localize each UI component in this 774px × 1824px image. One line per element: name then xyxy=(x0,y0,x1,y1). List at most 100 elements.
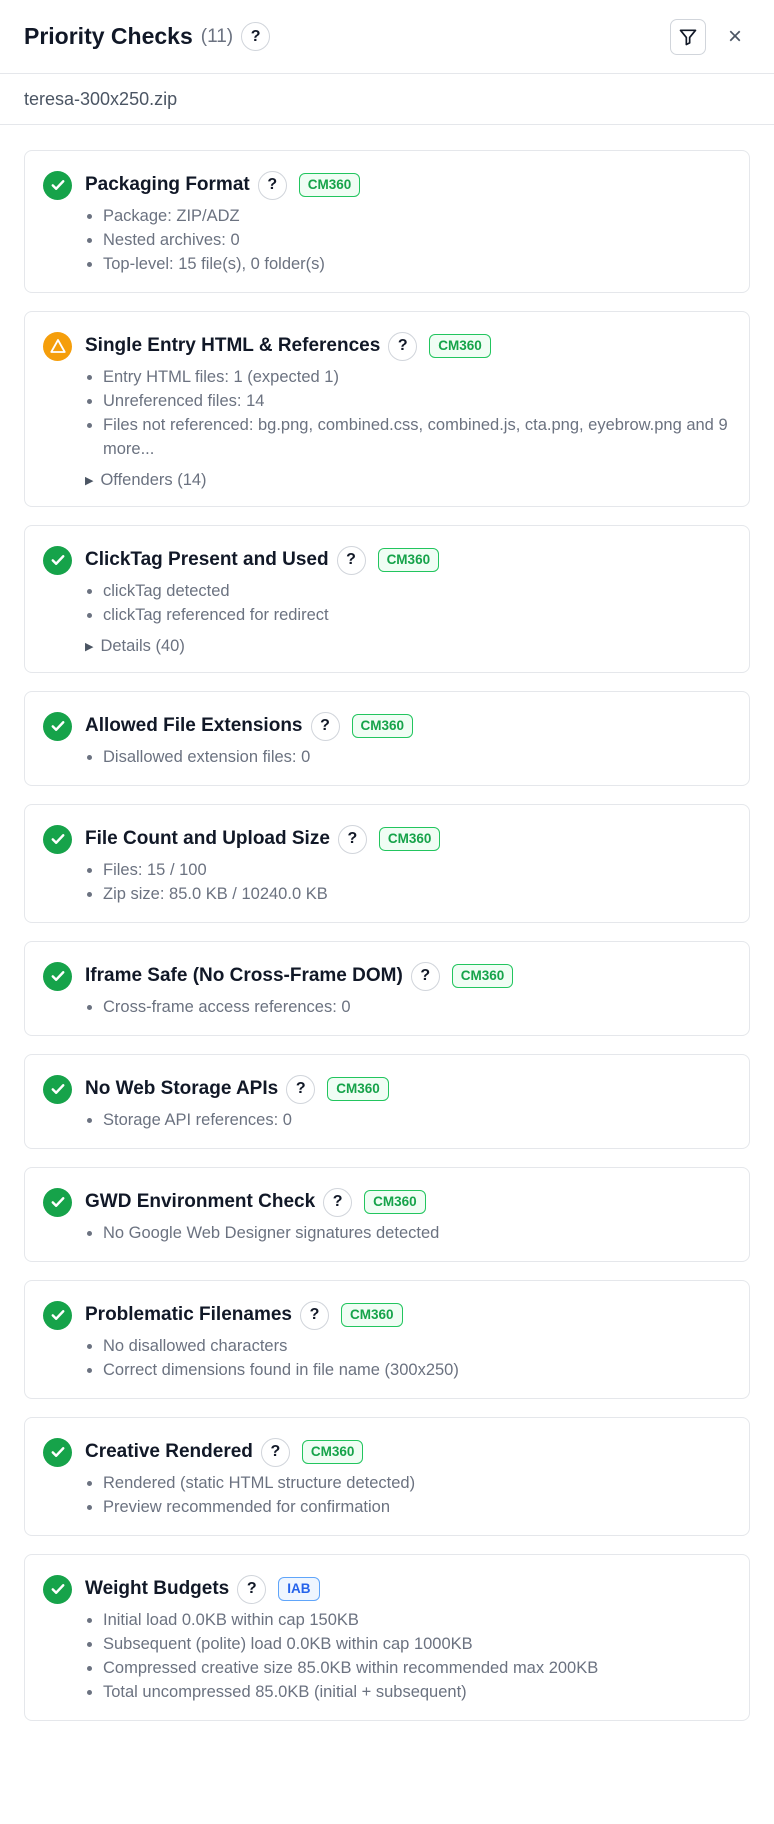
check-card: Weight Budgets? IAB Initial load 0.0KB wit… xyxy=(24,1554,750,1721)
check-details: Cross-frame access references: 0 xyxy=(43,995,731,1019)
filename-bar: teresa-300x250.zip xyxy=(0,74,774,125)
help-icon[interactable]: ? xyxy=(410,961,440,991)
check-icon xyxy=(51,1447,64,1457)
check-card: GWD Environment Check? CM360 No Google Web… xyxy=(24,1167,750,1262)
check-title: File Count and Upload Size xyxy=(85,828,330,849)
check-card: Allowed File Extensions? CM360 Disallowed … xyxy=(24,691,750,786)
details-expander[interactable]: ▶ Details (40) xyxy=(43,637,731,656)
status-pass xyxy=(43,170,72,200)
check-header: Problematic Filenames? CM360 xyxy=(43,1298,731,1332)
check-details: No disallowed characters Correct dimensio… xyxy=(43,1334,731,1382)
help-icon[interactable]: ? xyxy=(286,1074,316,1104)
detail-line: Correct dimensions found in file name (3… xyxy=(85,1358,731,1382)
help-icon[interactable]: ? xyxy=(388,331,418,361)
detail-line: Preview recommended for confirmation xyxy=(85,1495,731,1519)
help-icon[interactable]: ? xyxy=(310,711,340,741)
check-icon xyxy=(51,555,64,565)
help-icon[interactable]: ? xyxy=(241,22,271,51)
help-icon[interactable]: ? xyxy=(257,170,287,200)
status-pass xyxy=(43,545,72,575)
check-card: Creative Rendered? CM360 Rendered (static … xyxy=(24,1417,750,1536)
caret-right-icon: ▶ xyxy=(85,641,94,653)
status-pass xyxy=(43,961,72,991)
check-icon xyxy=(51,180,64,190)
check-details: Entry HTML files: 1 (expected 1) Unrefere… xyxy=(43,365,731,461)
check-details: clickTag detected clickTag referenced for… xyxy=(43,579,731,627)
check-icon xyxy=(51,971,64,981)
source-badge: CM360 xyxy=(377,548,440,572)
help-icon[interactable]: ? xyxy=(323,1187,353,1217)
detail-line: Package: ZIP/ADZ xyxy=(85,204,731,228)
check-title: Allowed File Extensions xyxy=(85,715,303,736)
check-icon xyxy=(51,1197,64,1207)
check-icon xyxy=(51,1584,64,1594)
check-card: Iframe Safe (No Cross-Frame DOM)? CM360 Cr… xyxy=(24,941,750,1036)
source-badge: CM360 xyxy=(378,827,441,851)
source-badge: CM360 xyxy=(429,334,491,358)
detail-line: Unreferenced files: 14 xyxy=(85,389,731,413)
detail-line: Subsequent (polite) load 0.0KB within ca… xyxy=(85,1632,731,1656)
source-badge: CM360 xyxy=(364,1190,426,1214)
detail-line: Zip size: 85.0 KB / 10240.0 KB xyxy=(85,882,731,906)
source-badge: CM360 xyxy=(451,964,514,988)
check-title: Single Entry HTML & References xyxy=(85,335,381,356)
check-title: Packaging Format xyxy=(85,174,250,195)
check-details: Storage API references: 0 xyxy=(43,1108,731,1132)
check-header: File Count and Upload Size? CM360 xyxy=(43,822,731,856)
check-header: Creative Rendered? CM360 xyxy=(43,1435,731,1469)
check-header: Weight Budgets? IAB xyxy=(43,1572,731,1606)
check-details: Disallowed extension files: 0 xyxy=(43,745,731,769)
check-header: No Web Storage APIs? CM360 xyxy=(43,1072,731,1106)
check-details: Package: ZIP/ADZ Nested archives: 0 Top-le… xyxy=(43,204,731,276)
warning-icon xyxy=(49,339,66,353)
source-badge: CM360 xyxy=(340,1303,403,1327)
help-icon[interactable]: ? xyxy=(299,1300,329,1330)
detail-line: Entry HTML files: 1 (expected 1) xyxy=(85,365,731,389)
status-warning xyxy=(43,331,72,361)
details-expander[interactable]: ▶ Offenders (14) xyxy=(43,471,731,490)
check-card: No Web Storage APIs? CM360 Storage API ref… xyxy=(24,1054,750,1149)
source-badge: CM360 xyxy=(351,714,414,738)
caret-right-icon: ▶ xyxy=(85,475,94,487)
detail-line: Storage API references: 0 xyxy=(85,1108,731,1132)
help-icon[interactable]: ? xyxy=(337,824,367,854)
detail-line: Nested archives: 0 xyxy=(85,228,731,252)
help-icon[interactable]: ? xyxy=(237,1574,267,1604)
check-title: Iframe Safe (No Cross-Frame DOM) xyxy=(85,965,403,986)
detail-line: Disallowed extension files: 0 xyxy=(85,745,731,769)
filename: teresa-300x250.zip xyxy=(24,88,178,109)
check-icon xyxy=(51,721,64,731)
check-title: Creative Rendered xyxy=(85,1441,253,1462)
check-header: ClickTag Present and Used? CM360 xyxy=(43,543,731,577)
detail-line: Rendered (static HTML structure detected… xyxy=(85,1471,731,1495)
check-details: Files: 15 / 100 Zip size: 85.0 KB / 10240… xyxy=(43,858,731,906)
check-header: Single Entry HTML & References? CM360 xyxy=(43,329,731,363)
check-icon xyxy=(51,1310,64,1320)
check-header: GWD Environment Check? CM360 xyxy=(43,1185,731,1219)
detail-line: No Google Web Designer signatures detect… xyxy=(85,1221,731,1245)
source-badge: CM360 xyxy=(298,173,361,197)
help-icon[interactable]: ? xyxy=(260,1437,290,1467)
check-title: ClickTag Present and Used xyxy=(85,549,329,570)
filter-button[interactable] xyxy=(670,18,706,55)
panel-header: Priority Checks (11) ? × xyxy=(0,0,774,74)
source-badge: CM360 xyxy=(327,1077,389,1101)
status-pass xyxy=(43,824,72,854)
detail-line: clickTag referenced for redirect xyxy=(85,603,731,627)
check-card: Problematic Filenames? CM360 No disallowed… xyxy=(24,1280,750,1399)
status-pass xyxy=(43,1074,72,1104)
help-icon[interactable]: ? xyxy=(336,545,366,575)
status-pass xyxy=(43,1187,72,1217)
detail-line: Initial load 0.0KB within cap 150KB xyxy=(85,1608,731,1632)
source-badge: CM360 xyxy=(301,1440,364,1464)
detail-line: Files: 15 / 100 xyxy=(85,858,731,882)
detail-line: No disallowed characters xyxy=(85,1334,731,1358)
check-details: Initial load 0.0KB within cap 150KB Subse… xyxy=(43,1608,731,1704)
detail-line: Compressed creative size 85.0KB within r… xyxy=(85,1656,731,1680)
check-card: ClickTag Present and Used? CM360 clickTag … xyxy=(24,525,750,673)
detail-line: Total uncompressed 85.0KB (initial + sub… xyxy=(85,1680,731,1704)
status-pass xyxy=(43,1574,72,1604)
close-button[interactable]: × xyxy=(720,22,750,52)
check-card: Packaging Format? CM360 Package: ZIP/ADZ Ne… xyxy=(24,150,750,293)
check-header: Iframe Safe (No Cross-Frame DOM)? CM360 xyxy=(43,959,731,993)
